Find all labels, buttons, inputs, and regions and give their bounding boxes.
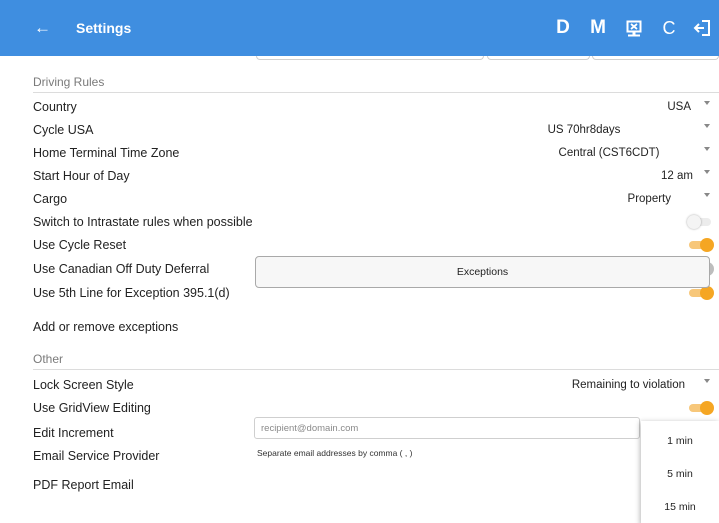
cycle-reset-row: Use Cycle Reset	[33, 233, 719, 256]
time-zone-row[interactable]: Home Terminal Time Zone Central (CST6CDT…	[33, 141, 719, 164]
time-zone-label: Home Terminal Time Zone	[33, 145, 180, 160]
intrastate-row: Switch to Intrastate rules when possible	[33, 210, 719, 233]
chevron-down-icon[interactable]	[704, 193, 710, 197]
exceptions-row: Add or remove exceptions	[33, 315, 719, 338]
start-hour-label: Start Hour of Day	[33, 168, 130, 183]
chevron-down-icon[interactable]	[704, 124, 710, 128]
section-header-other: Other	[33, 352, 719, 370]
app-bar-actions: D M C	[553, 0, 719, 56]
edit-increment-dropdown-menu: 1 min 5 min 15 min	[641, 421, 719, 523]
toggle-thumb	[700, 401, 714, 415]
email-hint-text: Separate email addresses by comma ( , )	[257, 448, 413, 458]
start-hour-value[interactable]: 12 am	[613, 170, 693, 182]
toggle-thumb	[700, 238, 714, 252]
previous-field-edge	[592, 56, 719, 60]
cargo-row[interactable]: Cargo Property	[33, 187, 719, 210]
toggle-thumb	[687, 215, 701, 229]
cargo-value[interactable]: Property	[593, 193, 671, 205]
country-value[interactable]: USA	[593, 101, 691, 113]
canadian-deferral-label: Use Canadian Off Duty Deferral	[33, 261, 210, 276]
lock-screen-row[interactable]: Lock Screen Style Remaining to violation	[33, 373, 719, 396]
gridview-label: Use GridView Editing	[33, 400, 151, 415]
back-arrow-icon[interactable]: ←	[34, 18, 60, 38]
intrastate-toggle[interactable]	[687, 214, 715, 229]
start-hour-row[interactable]: Start Hour of Day 12 am	[33, 164, 719, 187]
chevron-down-icon[interactable]	[704, 170, 710, 174]
edit-increment-label: Edit Increment	[33, 425, 114, 440]
cycle-row[interactable]: Cycle USA US 70hr8days	[33, 118, 719, 141]
m-action-button[interactable]: M	[587, 17, 609, 39]
app-bar: ← Settings D M C	[0, 0, 719, 56]
cycle-label: Cycle USA	[33, 122, 94, 137]
toggle-thumb	[700, 286, 714, 300]
cycle-reset-toggle[interactable]	[687, 237, 715, 252]
dropdown-option-5-min[interactable]: 5 min	[641, 460, 719, 488]
exceptions-label: Add or remove exceptions	[33, 319, 179, 334]
logout-icon[interactable]	[691, 19, 713, 37]
pdf-email-label: PDF Report Email	[33, 477, 134, 492]
section-header-driving-rules: Driving Rules	[33, 75, 719, 93]
time-zone-value[interactable]: Central (CST6CDT)	[533, 147, 685, 159]
cycle-value[interactable]: US 70hr8days	[503, 124, 665, 136]
d-action-button[interactable]: D	[553, 17, 573, 39]
gridview-row: Use GridView Editing	[33, 396, 719, 419]
lock-screen-value[interactable]: Remaining to violation	[533, 379, 685, 391]
refresh-button[interactable]: C	[659, 18, 679, 39]
settings-content: Driving Rules Country USA Cycle USA US 7…	[0, 56, 719, 523]
chevron-down-icon[interactable]	[704, 379, 710, 383]
pdf-email-row: PDF Report Email	[33, 473, 719, 496]
cycle-reset-label: Use Cycle Reset	[33, 237, 127, 252]
cargo-label: Cargo	[33, 191, 68, 206]
country-label: Country	[33, 99, 77, 114]
previous-field-edge	[487, 56, 590, 60]
pdf-email-input[interactable]	[254, 417, 640, 439]
previous-field-edge	[256, 56, 484, 60]
dropdown-option-1-min[interactable]: 1 min	[641, 427, 719, 455]
chevron-down-icon[interactable]	[704, 101, 710, 105]
page-title: Settings	[76, 20, 132, 36]
report-upload-icon[interactable]	[623, 20, 645, 37]
country-row[interactable]: Country USA	[33, 95, 719, 118]
exceptions-button[interactable]: Exceptions	[255, 256, 710, 288]
gridview-toggle[interactable]	[687, 400, 715, 415]
chevron-down-icon[interactable]	[704, 147, 710, 151]
email-provider-label: Email Service Provider	[33, 448, 160, 463]
lock-screen-label: Lock Screen Style	[33, 377, 134, 392]
dropdown-option-15-min[interactable]: 15 min	[641, 493, 719, 521]
fifth-line-label: Use 5th Line for Exception 395.1(d)	[33, 285, 230, 300]
intrastate-label: Switch to Intrastate rules when possible	[33, 214, 253, 229]
